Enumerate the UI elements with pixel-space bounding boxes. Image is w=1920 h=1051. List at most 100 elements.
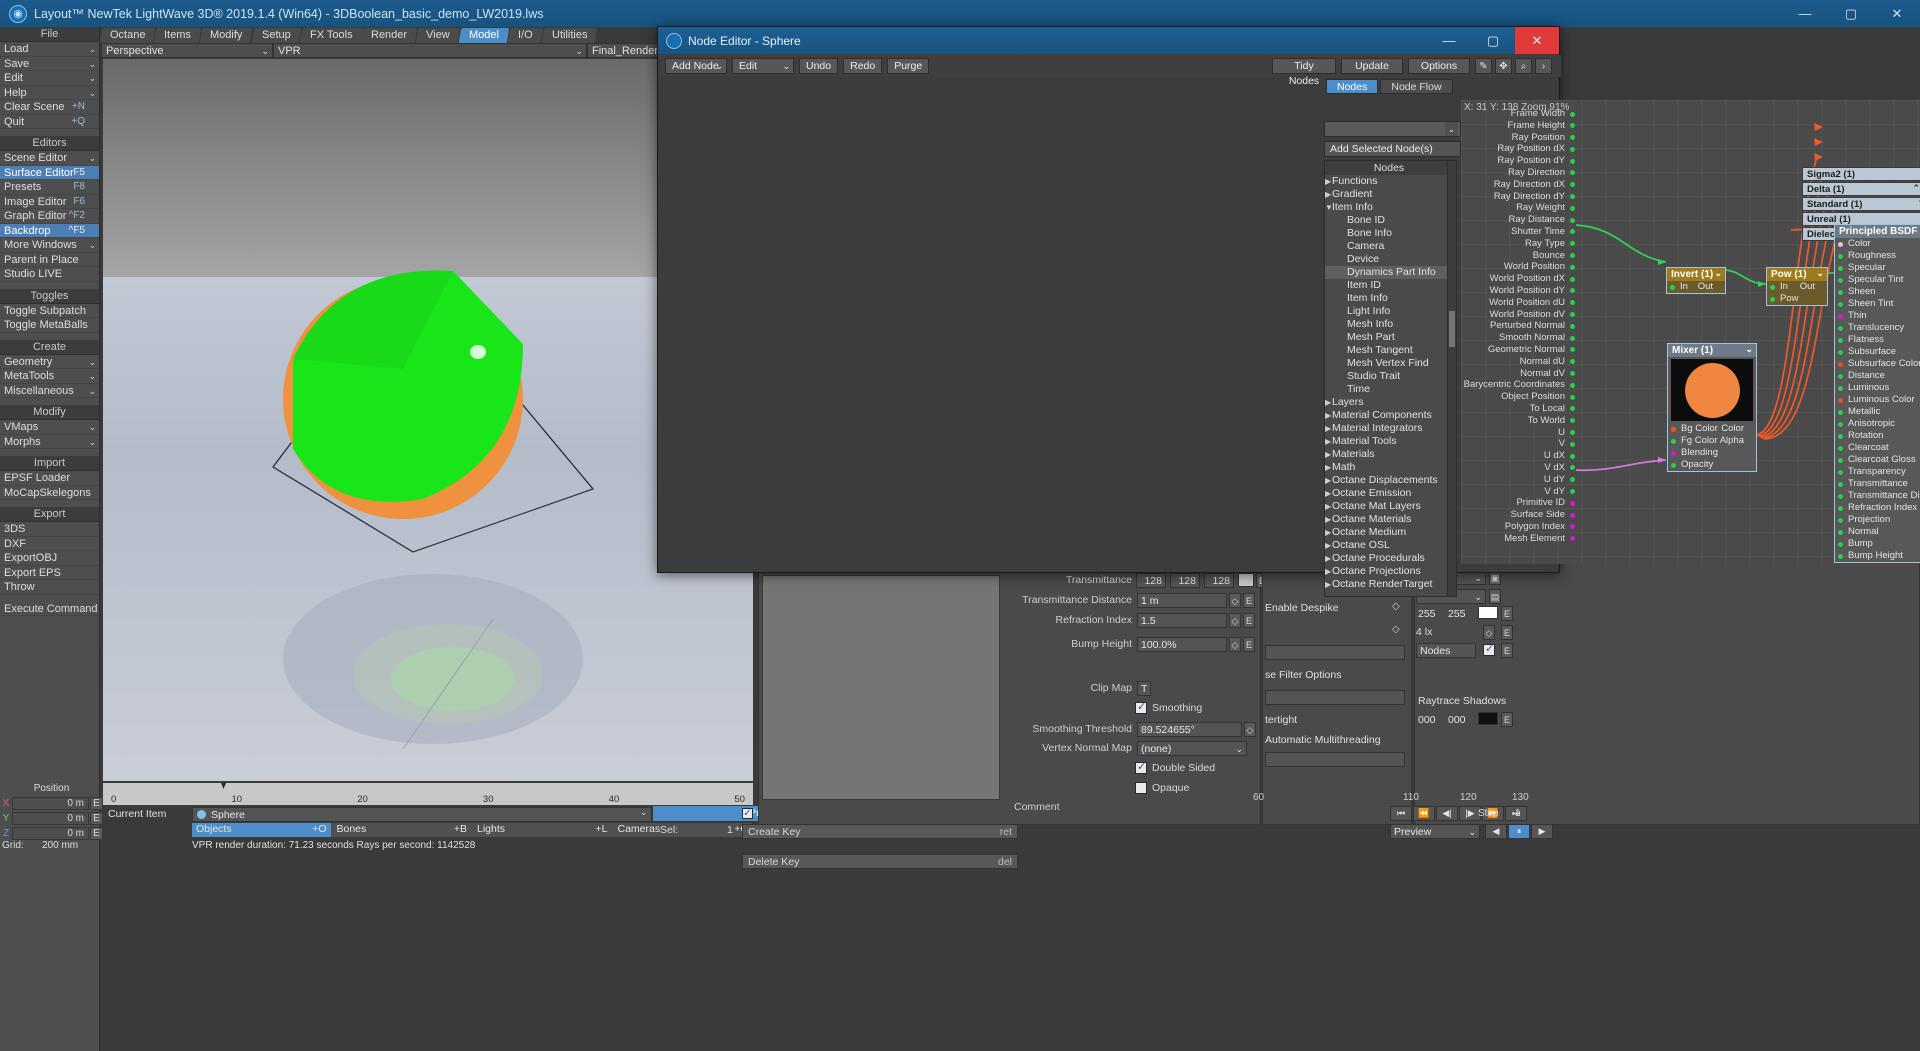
port-dot-icon[interactable] bbox=[1570, 335, 1575, 341]
chevron-right-icon[interactable]: ▶ bbox=[1325, 539, 1331, 552]
node-list-item-gradient[interactable]: ▶ Gradient bbox=[1325, 188, 1453, 201]
redo-button[interactable]: Redo bbox=[843, 58, 883, 74]
tab-fx-tools[interactable]: FX Tools bbox=[299, 28, 363, 43]
input-port-ray-weight[interactable]: Ray Weight bbox=[1461, 202, 1576, 214]
node-invert-chevron-icon[interactable]: ⌄ bbox=[1714, 267, 1722, 280]
move-icon[interactable]: ✥ bbox=[1495, 58, 1512, 74]
node-mixer-chevron-icon[interactable]: ⌄ bbox=[1745, 343, 1753, 356]
port-dot-icon[interactable] bbox=[1570, 359, 1575, 365]
sidebar-item-help[interactable]: Help ⌄ bbox=[0, 85, 99, 100]
bsdf-port-thin[interactable]: Thin bbox=[1835, 310, 1920, 322]
input-port-normal-dv[interactable]: Normal dV bbox=[1461, 368, 1576, 380]
rewind-button[interactable]: ⏪ bbox=[1413, 806, 1435, 821]
chevron-right-icon[interactable]: ▶ bbox=[1325, 578, 1331, 591]
light-color-envelope-icon[interactable]: E bbox=[1501, 606, 1513, 621]
port-dot-icon[interactable] bbox=[1570, 276, 1575, 282]
port-dot-icon[interactable] bbox=[1838, 409, 1843, 415]
chevron-down-icon[interactable]: ⌄ bbox=[88, 435, 96, 450]
node-mixer[interactable]: Mixer (1) ⌄ Bg Color Color Fg Color Alph… bbox=[1667, 343, 1757, 472]
shadow-color-swatch[interactable] bbox=[1478, 712, 1498, 725]
filter-select-b[interactable] bbox=[1265, 690, 1405, 705]
node-list-item-octane-projections[interactable]: ▶ Octane Projections bbox=[1325, 565, 1453, 578]
current-item-value[interactable]: Sphere bbox=[192, 807, 652, 822]
visibility-icon-c[interactable]: ◇ bbox=[1392, 624, 1400, 635]
sidebar-item-save[interactable]: Save ⌄ bbox=[0, 56, 99, 71]
clip-map-value[interactable]: T bbox=[1137, 680, 1151, 696]
port-dot-icon[interactable] bbox=[1838, 373, 1843, 379]
port-dot-icon[interactable] bbox=[1570, 123, 1575, 129]
node-mixer-port-blending[interactable]: Blending bbox=[1668, 447, 1756, 459]
watertight-label[interactable]: tertight bbox=[1265, 714, 1297, 726]
port-dot-icon[interactable] bbox=[1570, 300, 1575, 306]
node-editor-minimize-button[interactable]: — bbox=[1427, 27, 1471, 54]
input-port-object-position[interactable]: Object Position bbox=[1461, 391, 1576, 403]
input-port-ray-direction[interactable]: Ray Direction bbox=[1461, 167, 1576, 179]
node-list-item-octane-procedurals[interactable]: ▶ Octane Procedurals bbox=[1325, 552, 1453, 565]
port-dot-icon[interactable] bbox=[1570, 229, 1575, 235]
node-list-item-studio-trait[interactable]: Studio Trait bbox=[1325, 370, 1453, 383]
chevron-right-icon[interactable]: ▶ bbox=[1325, 409, 1331, 422]
next-key-button[interactable]: ▶ bbox=[1531, 824, 1553, 839]
mode-objects-button[interactable]: Objects +O bbox=[192, 823, 331, 837]
port-dot-icon[interactable] bbox=[1570, 217, 1575, 223]
bsdf-port-metallic[interactable]: Metallic bbox=[1835, 406, 1920, 418]
viewport-select-1[interactable]: VPR ⌄ bbox=[273, 43, 587, 58]
port-dot-icon[interactable] bbox=[1570, 382, 1575, 388]
port-dot-icon[interactable] bbox=[1570, 135, 1575, 141]
input-port-shutter-time[interactable]: Shutter Time bbox=[1461, 226, 1576, 238]
shadow-color-envelope-icon[interactable]: E bbox=[1501, 712, 1513, 727]
sidebar-item-edit[interactable]: Edit ⌄ bbox=[0, 71, 99, 86]
node-list-scrollbar[interactable] bbox=[1447, 160, 1457, 597]
tab-setup[interactable]: Setup bbox=[251, 28, 301, 43]
mode-bones-button[interactable]: Bones +B bbox=[330, 823, 471, 837]
port-dot-icon[interactable] bbox=[1838, 385, 1843, 391]
port-dot-icon[interactable] bbox=[1838, 337, 1843, 343]
input-port-perturbed-normal[interactable]: Perturbed Normal bbox=[1461, 320, 1576, 332]
port-dot-icon[interactable] bbox=[1570, 406, 1575, 412]
port-dot-icon[interactable] bbox=[1838, 397, 1843, 403]
coord-value[interactable]: 0 m bbox=[12, 827, 89, 840]
add-selected-nodes-button[interactable]: Add Selected Node(s) bbox=[1324, 141, 1461, 157]
smoothing-checkbox[interactable] bbox=[1135, 700, 1147, 714]
update-button[interactable]: Update bbox=[1341, 58, 1403, 74]
sidebar-item-vmaps[interactable]: VMaps ⌄ bbox=[0, 420, 99, 435]
properties-checkbox[interactable]: ✓ bbox=[742, 808, 753, 819]
nodes-checkbox[interactable] bbox=[1483, 642, 1495, 656]
port-dot-icon[interactable] bbox=[1838, 481, 1843, 487]
chevron-right-icon[interactable]: ▶ bbox=[1325, 175, 1331, 188]
node-pow-port-in[interactable]: In Out bbox=[1767, 281, 1827, 293]
surface-field-envelope-button[interactable]: E bbox=[1243, 612, 1255, 628]
bsdf-port-clearcoat-gloss[interactable]: Clearcoat Gloss bbox=[1835, 454, 1920, 466]
input-port-smooth-normal[interactable]: Smooth Normal bbox=[1461, 332, 1576, 344]
pin-icon[interactable]: ✎ bbox=[1475, 58, 1492, 74]
surface-field-value-2[interactable]: 128 bbox=[1204, 572, 1234, 588]
light-color-swatch[interactable] bbox=[1478, 606, 1498, 619]
input-port-to-world[interactable]: To World bbox=[1461, 415, 1576, 427]
collapsed-node-sigma2-1-[interactable]: Sigma2 (1)⌃ bbox=[1802, 167, 1920, 181]
bsdf-port-subsurface-color[interactable]: Subsurface Color bbox=[1835, 358, 1920, 370]
node-list-item-octane-mat-layers[interactable]: ▶ Octane Mat Layers bbox=[1325, 500, 1453, 513]
bsdf-port-transmittance-distance[interactable]: Transmittance Distance bbox=[1835, 490, 1920, 502]
port-dot-icon[interactable] bbox=[1570, 347, 1575, 353]
port-dot-icon[interactable] bbox=[1570, 111, 1575, 117]
port-dot-icon[interactable] bbox=[1570, 182, 1575, 188]
light-val-255a[interactable]: 255 bbox=[1418, 608, 1436, 620]
port-dot-icon[interactable] bbox=[1838, 493, 1843, 499]
smoothing-threshold-value[interactable]: 89.524655° bbox=[1137, 721, 1242, 737]
node-search-input[interactable]: ⌄ bbox=[1324, 121, 1461, 137]
port-dot-icon[interactable] bbox=[1570, 241, 1575, 247]
tab-node-flow[interactable]: Node Flow bbox=[1380, 79, 1453, 94]
bsdf-port-refraction-index[interactable]: Refraction Index bbox=[1835, 502, 1920, 514]
input-port-geometric-normal[interactable]: Geometric Normal bbox=[1461, 344, 1576, 356]
options-button[interactable]: Options bbox=[1408, 58, 1470, 74]
bsdf-port-luminous[interactable]: Luminous bbox=[1835, 382, 1920, 394]
port-dot-icon[interactable] bbox=[1570, 253, 1575, 259]
surface-field-diamond-icon[interactable]: ◇ bbox=[1229, 636, 1241, 652]
port-dot-icon[interactable] bbox=[1570, 394, 1575, 400]
port-dot-icon[interactable] bbox=[1838, 277, 1843, 283]
node-principled-bsdf[interactable]: Principled BSDF (1) ⌄ ColorMaterialRough… bbox=[1834, 224, 1920, 563]
edit-chevron-icon[interactable]: ⌄ bbox=[782, 59, 790, 74]
port-dot-icon[interactable] bbox=[1838, 289, 1843, 295]
bsdf-port-projection[interactable]: Projection bbox=[1835, 514, 1920, 526]
node-invert-port-in[interactable]: In Out bbox=[1667, 281, 1725, 293]
